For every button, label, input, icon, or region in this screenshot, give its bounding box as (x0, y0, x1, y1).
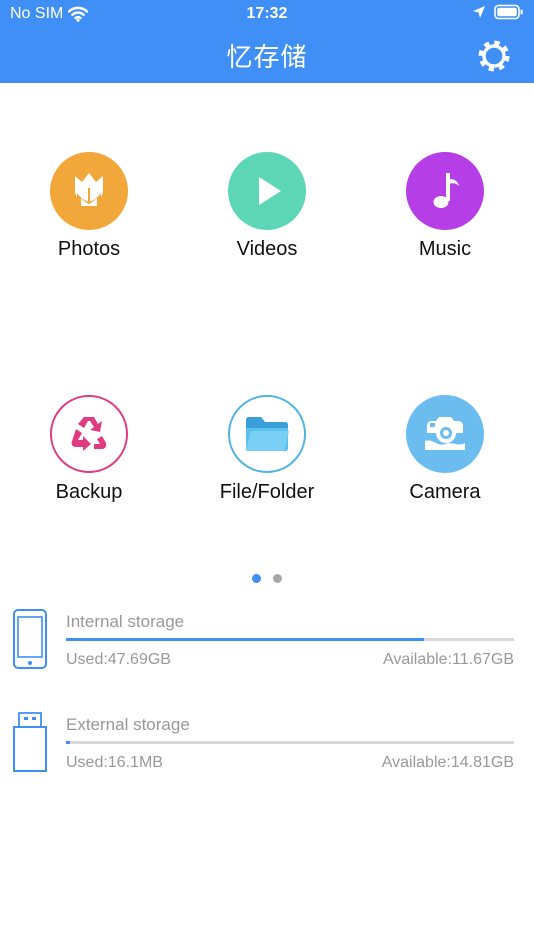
internal-storage-bar (66, 638, 514, 641)
page-indicator (0, 574, 534, 583)
status-bar: No SIM 17:32 (0, 0, 534, 28)
category-camera[interactable]: Camera (365, 395, 525, 504)
external-storage-used: Used:16.1MB (66, 754, 163, 771)
battery-icon (494, 4, 523, 20)
external-storage-title: External storage (66, 715, 190, 734)
gear-icon (478, 40, 510, 72)
category-label-backup: Backup (55, 481, 123, 503)
recycle-icon (71, 417, 107, 451)
play-icon (259, 177, 281, 205)
camera-icon (425, 417, 465, 450)
category-label-photos: Photos (57, 238, 121, 260)
settings-button[interactable] (476, 38, 512, 74)
screen: No SIM 17:32 忆存储 Photos Videos Music Bac… (0, 0, 534, 950)
internal-storage-bar-fill (66, 638, 425, 641)
backup-icon-circle (50, 395, 128, 473)
internal-storage-used: Used:47.69GB (66, 651, 171, 668)
tulip-icon (75, 173, 103, 206)
file-folder-icon-circle (228, 395, 306, 473)
camera-icon-circle (406, 395, 484, 473)
music-icon-circle (406, 152, 484, 230)
photos-icon-circle (50, 152, 128, 230)
category-label-file-folder: File/Folder (219, 481, 315, 503)
videos-icon-circle (228, 152, 306, 230)
category-label-videos: Videos (236, 238, 298, 260)
page-dot-2[interactable] (273, 574, 282, 583)
external-storage-bar-fill (66, 741, 71, 744)
category-file-folder[interactable]: File/Folder (187, 395, 347, 504)
page-dot-1[interactable] (252, 574, 261, 583)
folder-icon (246, 417, 289, 451)
app-header: No SIM 17:32 忆存储 (0, 0, 534, 83)
status-right (472, 4, 524, 20)
external-storage-row[interactable]: External storage Used:16.1MB Available:1… (0, 711, 534, 786)
status-time: 17:32 (246, 5, 288, 22)
usb-drive-icon (12, 711, 48, 780)
category-label-music: Music (418, 238, 472, 260)
page-title: 忆存储 (226, 43, 308, 73)
phone-icon (12, 608, 48, 675)
internal-storage-available: Available:11.67GB (382, 651, 514, 668)
category-backup[interactable]: Backup (9, 395, 169, 504)
internal-storage-row[interactable]: Internal storage Used:47.69GB Available:… (0, 608, 534, 683)
internal-storage-title: Internal storage (66, 612, 185, 631)
category-label-camera: Camera (409, 481, 481, 503)
music-note-icon (433, 173, 459, 208)
external-storage-bar (66, 741, 514, 744)
location-arrow-icon (473, 6, 485, 18)
external-storage-available: Available:14.81GB (381, 754, 514, 771)
category-photos[interactable]: Photos (9, 152, 169, 261)
category-music[interactable]: Music (365, 152, 525, 261)
category-videos[interactable]: Videos (187, 152, 347, 261)
